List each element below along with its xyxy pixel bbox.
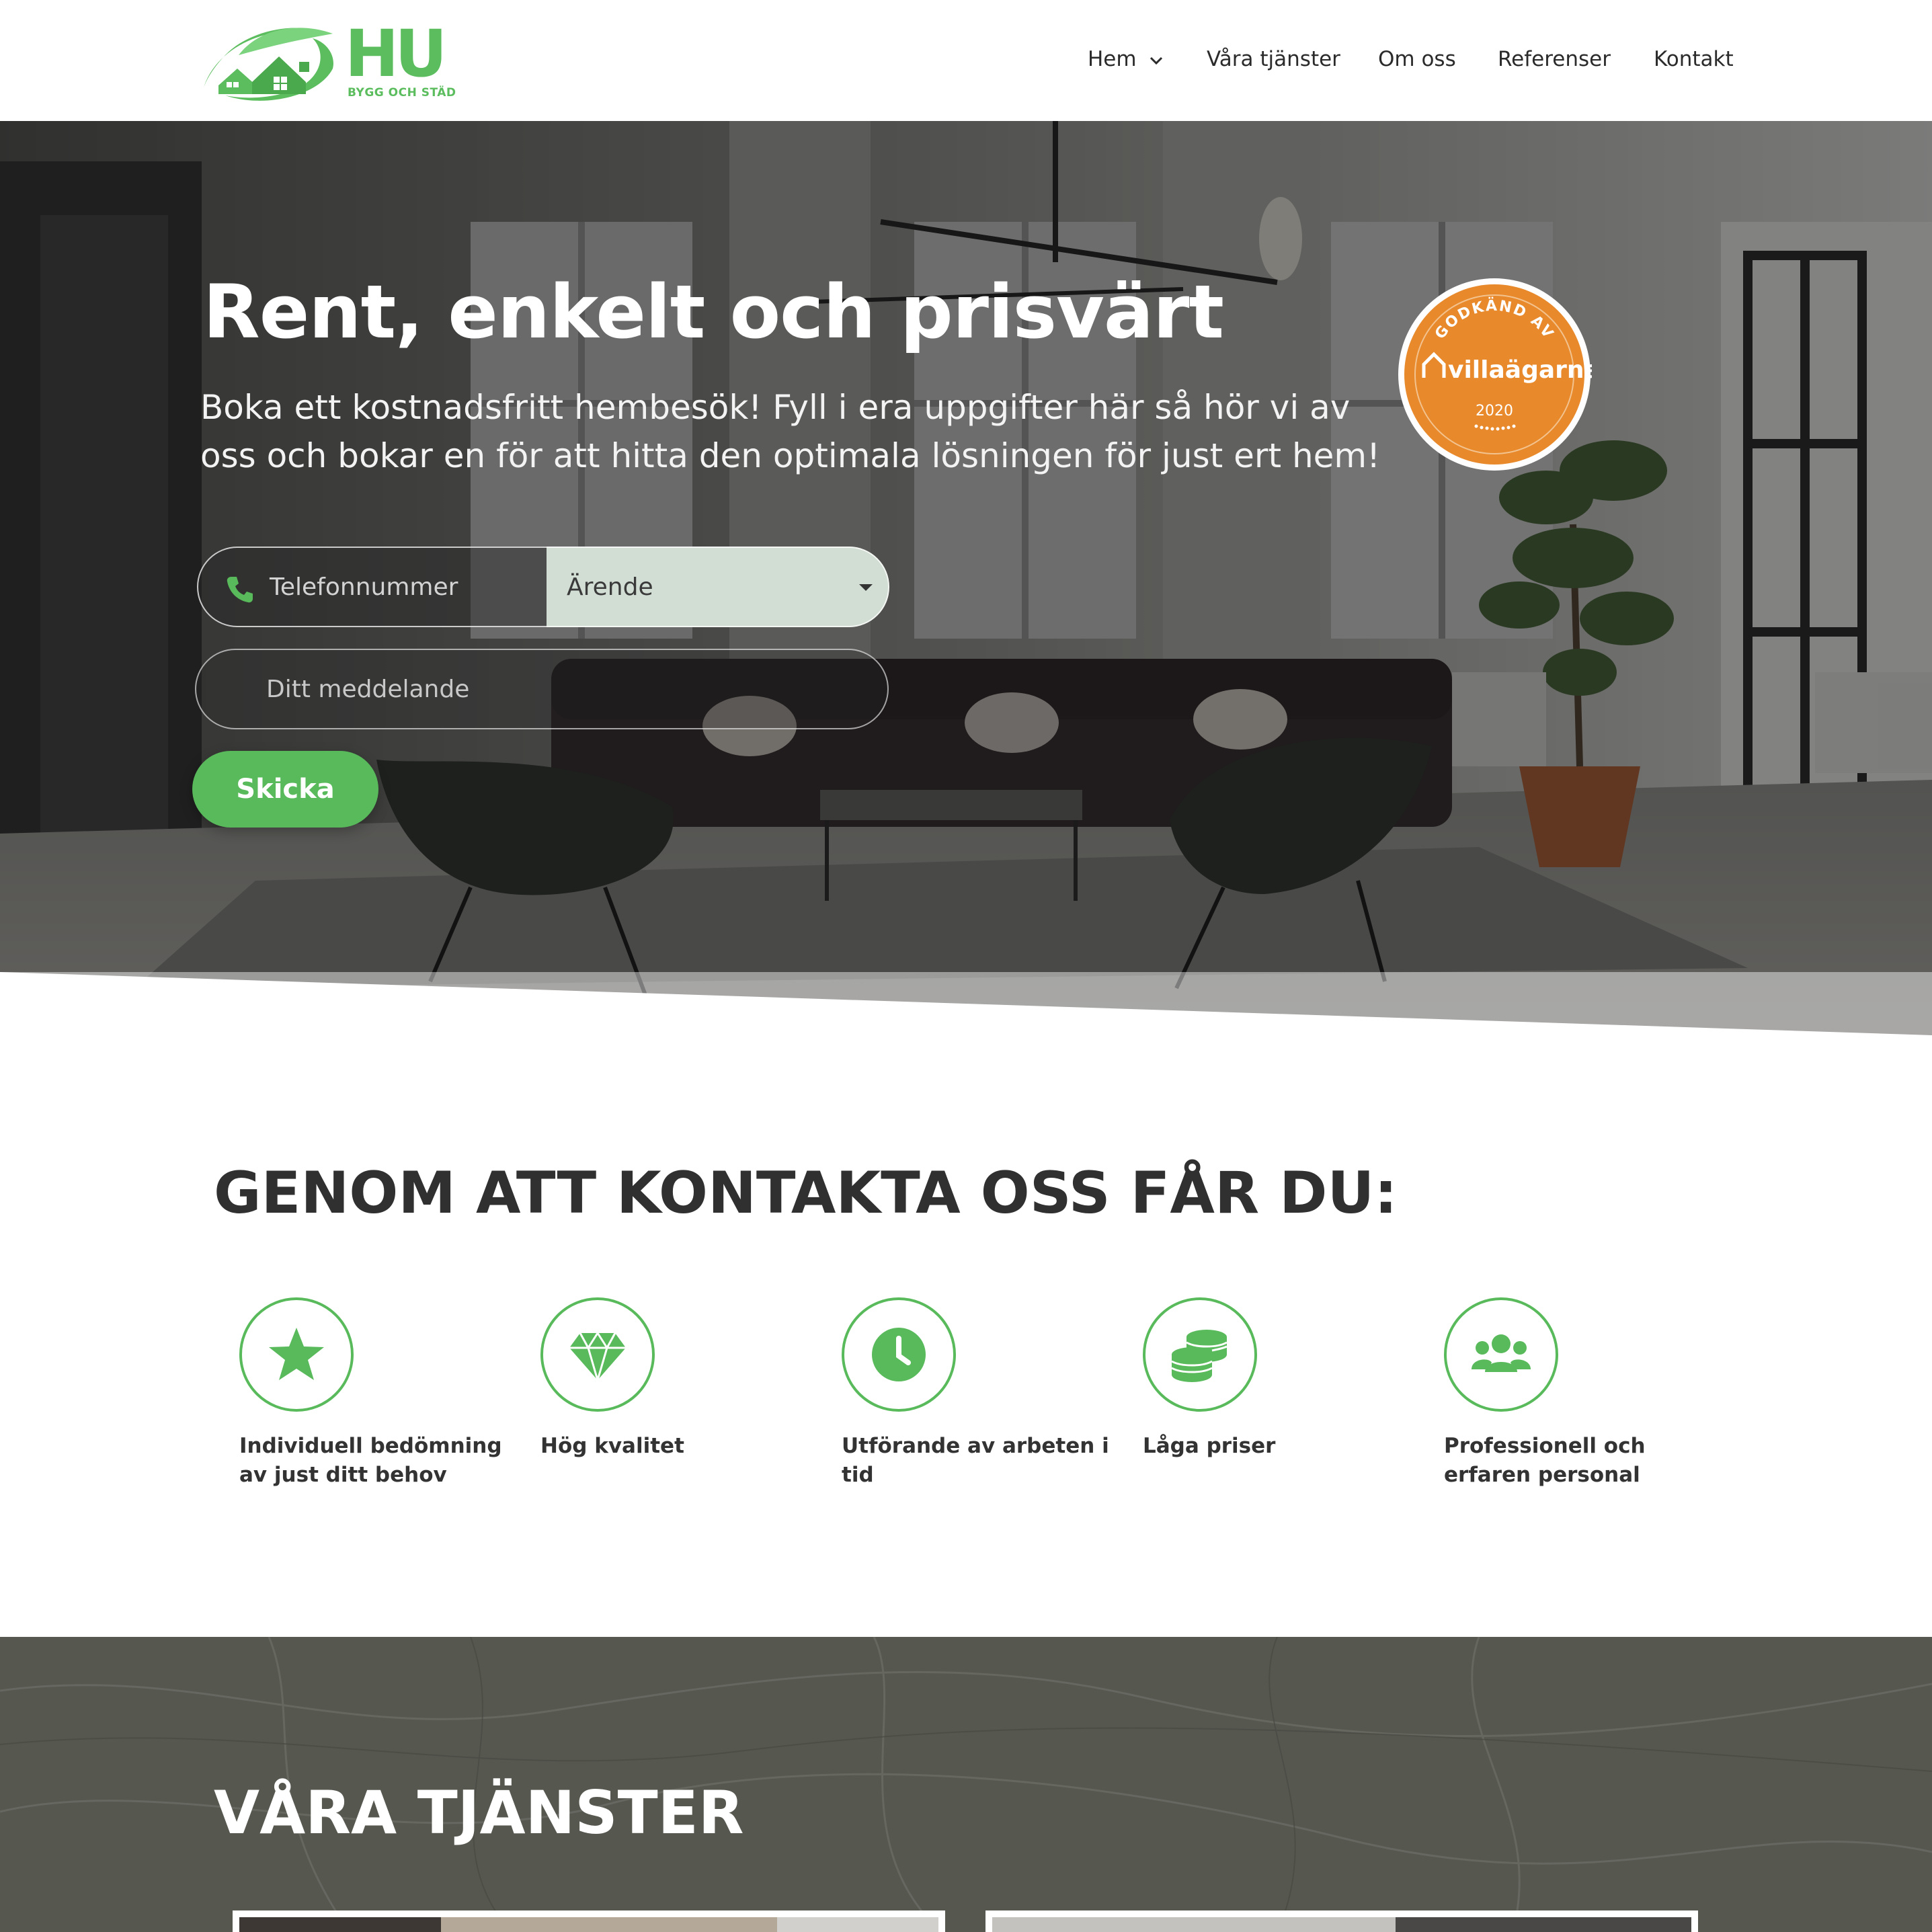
phone-placeholder: Telefonnummer bbox=[270, 573, 458, 601]
nav-item-kontakt[interactable]: Kontakt bbox=[1654, 47, 1734, 71]
benefit-item: Hög kvalitet bbox=[540, 1297, 809, 1461]
benefit-item: Låga priser bbox=[1143, 1297, 1412, 1461]
phone-input[interactable]: Telefonnummer bbox=[197, 547, 547, 627]
villaagarna-approved-badge: GODKÄND AV villaägarna 2020 bbox=[1398, 278, 1592, 471]
hero-subtitle: Boka ett kostnadsfritt hembesök! Fyll i … bbox=[200, 388, 1381, 475]
hero-section: Rent, enkelt och prisvärt Boka ett kostn… bbox=[0, 121, 1932, 1035]
services-title: VÅRA TJÄNSTER bbox=[214, 1778, 744, 1847]
hero-title: Rent, enkelt och prisvärt bbox=[203, 269, 1224, 355]
benefit-icon-circle bbox=[1444, 1297, 1558, 1412]
nav-item-referenser[interactable]: Referenser bbox=[1498, 47, 1611, 71]
nav-item-om-oss[interactable]: Om oss bbox=[1378, 47, 1456, 71]
nav-item-label: Kontakt bbox=[1654, 47, 1734, 71]
benefit-label: Hög kvalitet bbox=[540, 1434, 684, 1458]
service-card[interactable] bbox=[985, 1910, 1698, 1932]
benefit-item: Individuell bedömning av just ditt behov bbox=[239, 1297, 508, 1490]
message-placeholder: Ditt meddelande bbox=[266, 676, 470, 703]
site-header: HU BYGG OCH STÄD Hem Våra tjänster Om os… bbox=[0, 0, 1932, 121]
diamond-icon bbox=[569, 1331, 626, 1384]
subject-select[interactable]: Ärende bbox=[547, 547, 889, 627]
benefit-item: Utförande av arbeten i tid bbox=[842, 1297, 1111, 1490]
subject-select-value: Ärende bbox=[567, 573, 653, 601]
service-card-image bbox=[239, 1917, 938, 1932]
nav-item-label: Om oss bbox=[1378, 47, 1456, 71]
benefit-item: Professionell och erfaren personal bbox=[1444, 1297, 1713, 1490]
chevron-down-icon bbox=[1150, 56, 1162, 65]
benefit-label: Professionell och erfaren personal bbox=[1444, 1434, 1646, 1487]
benefits-title: GENOM ATT KONTAKTA OSS FÅR DU: bbox=[214, 1160, 1398, 1227]
service-card-image bbox=[992, 1917, 1691, 1932]
users-icon bbox=[1472, 1334, 1531, 1372]
nav-item-label: Hem bbox=[1088, 47, 1137, 71]
benefit-icon-circle bbox=[239, 1297, 354, 1412]
services-section: VÅRA TJÄNSTER bbox=[0, 1637, 1932, 1932]
coins-icon bbox=[1171, 1330, 1227, 1382]
benefit-icon-circle bbox=[1143, 1297, 1257, 1412]
benefit-label: Låga priser bbox=[1143, 1434, 1276, 1458]
nav-item-vara-tjanster[interactable]: Våra tjänster bbox=[1207, 47, 1340, 71]
benefit-icon-circle bbox=[842, 1297, 956, 1412]
caret-down-icon bbox=[859, 584, 873, 591]
submit-button[interactable]: Skicka bbox=[192, 751, 378, 828]
message-input[interactable]: Ditt meddelande bbox=[195, 649, 889, 729]
phone-icon bbox=[227, 577, 253, 603]
nav-item-label: Våra tjänster bbox=[1207, 47, 1340, 71]
benefit-label: Utförande av arbeten i tid bbox=[842, 1434, 1109, 1487]
nav-item-hem[interactable]: Hem bbox=[1088, 47, 1164, 71]
clock-icon bbox=[872, 1328, 926, 1381]
main-nav: Hem Våra tjänster Om oss Referenser Kont… bbox=[0, 0, 1932, 121]
nav-item-label: Referenser bbox=[1498, 47, 1611, 71]
benefit-icon-circle bbox=[540, 1297, 655, 1412]
service-card[interactable] bbox=[233, 1910, 945, 1932]
badge-year: 2020 bbox=[1476, 403, 1513, 419]
star-icon bbox=[269, 1328, 324, 1380]
badge-brand: villaägarna bbox=[1448, 356, 1592, 384]
benefit-label: Individuell bedömning av just ditt behov bbox=[239, 1434, 502, 1487]
